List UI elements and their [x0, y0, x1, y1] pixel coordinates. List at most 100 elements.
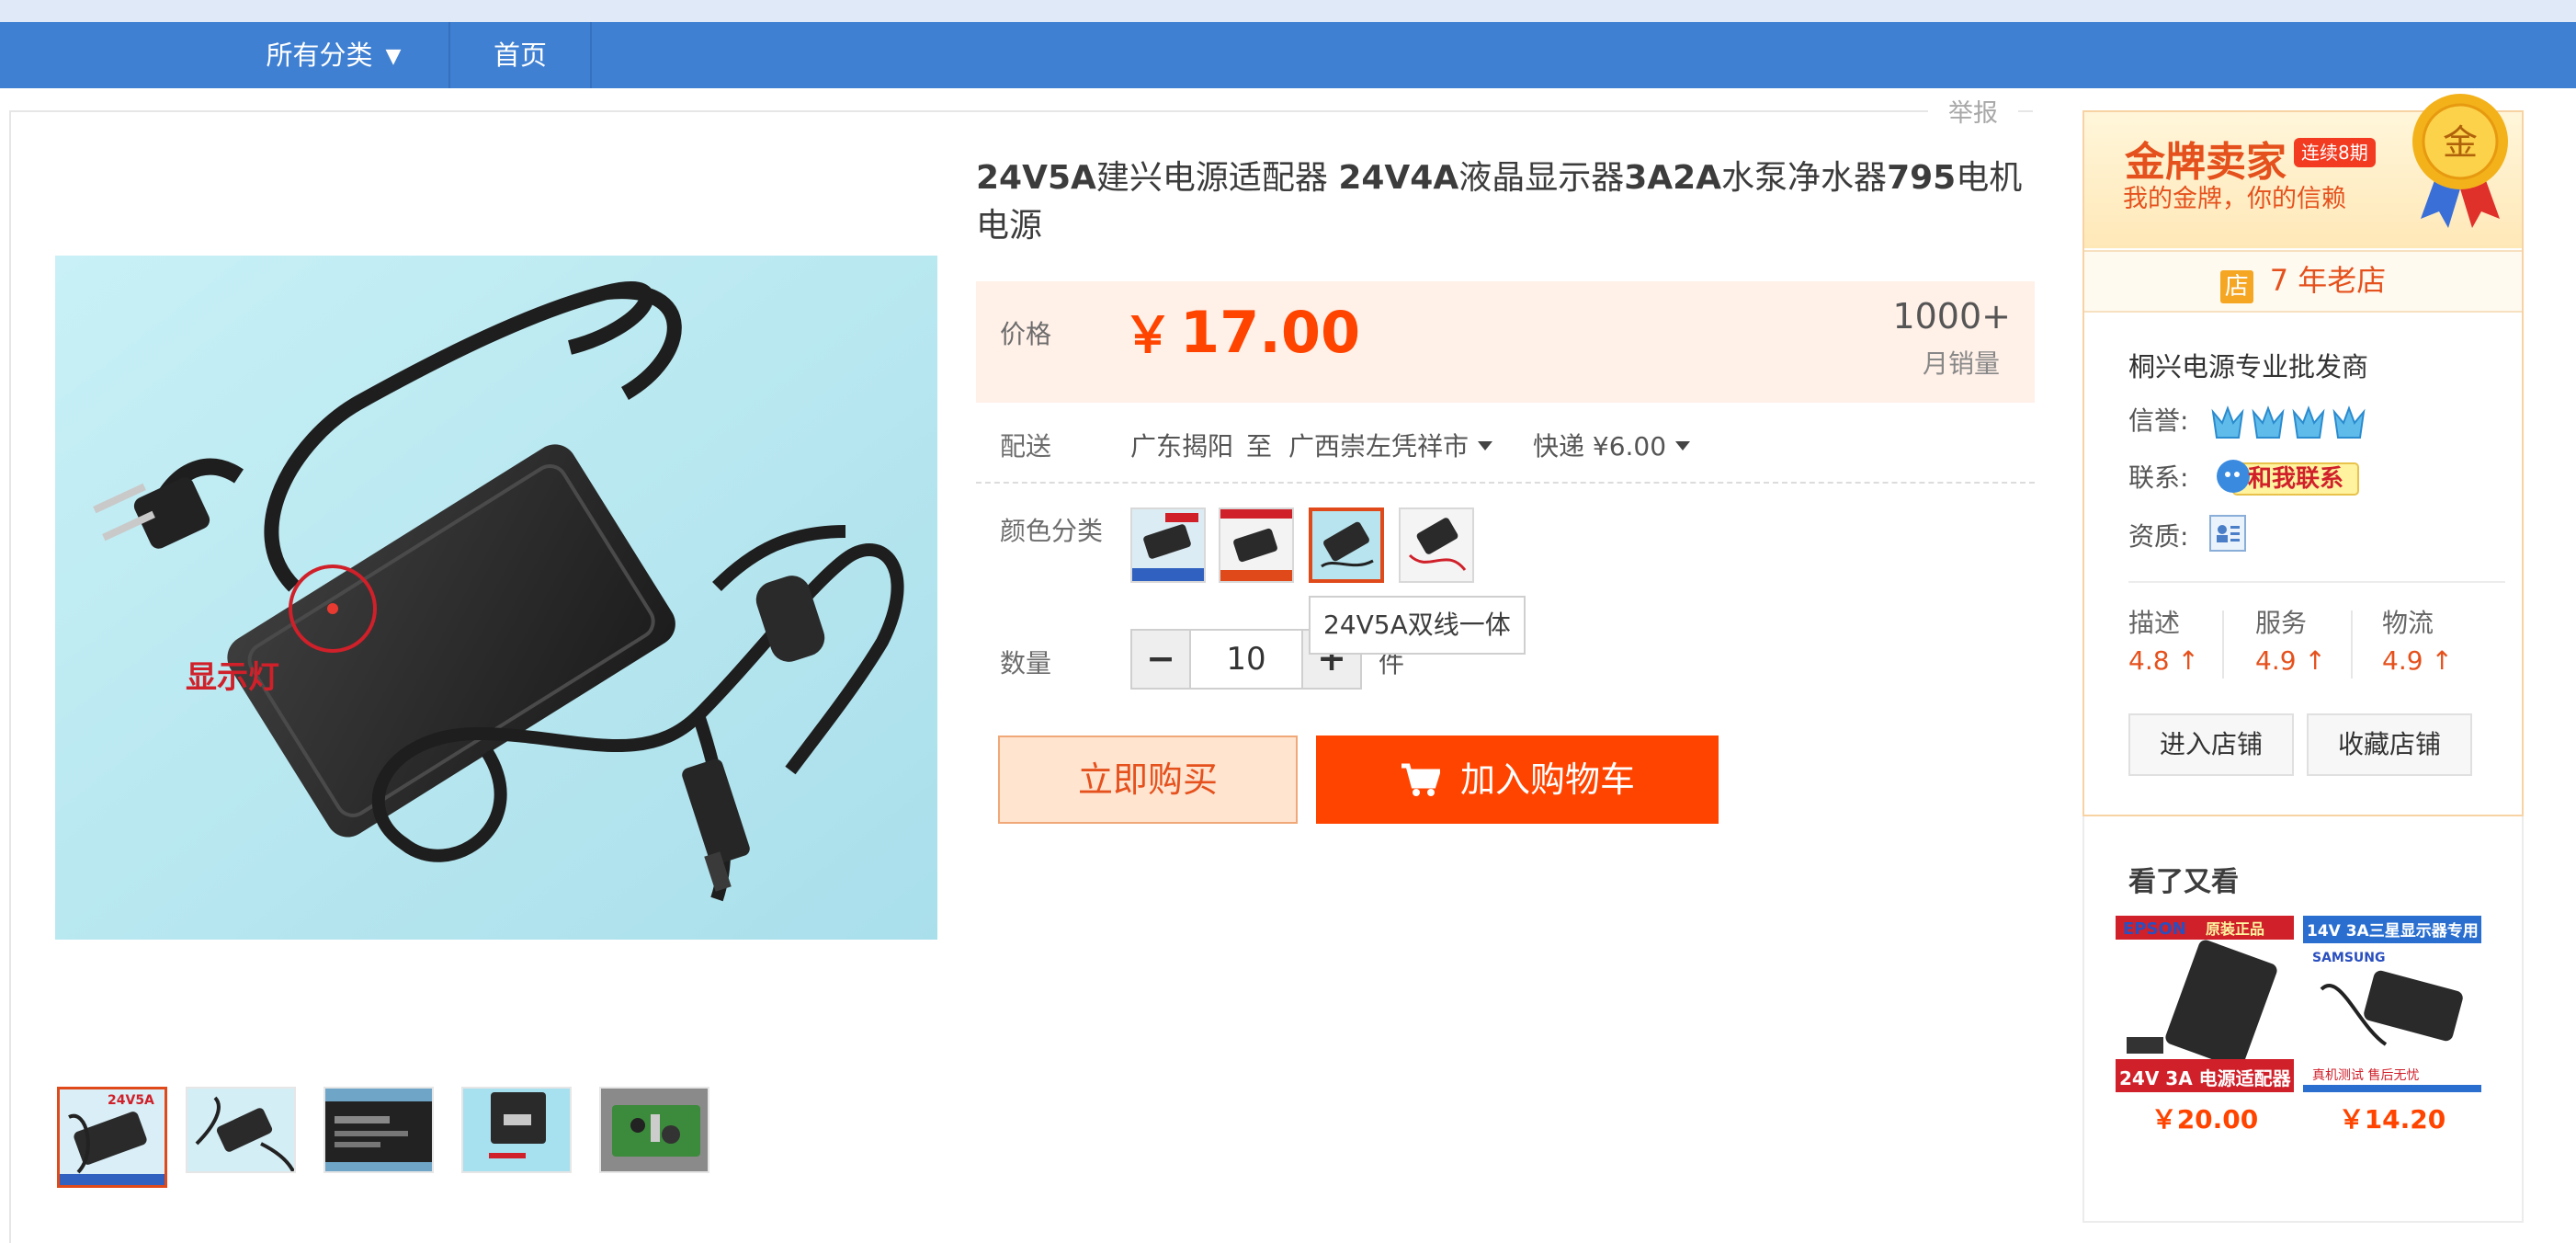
thumbnail-2-image [187, 1089, 294, 1171]
quantity-label: 数量 [1000, 648, 1052, 679]
divider [2128, 581, 2505, 583]
enter-shop-button[interactable]: 进入店铺 [2128, 713, 2294, 776]
report-link[interactable]: 举报 [1928, 96, 2018, 132]
favorite-shop-button[interactable]: 收藏店铺 [2307, 713, 2472, 776]
divider [2351, 610, 2353, 679]
qualification-label: 资质: [2128, 521, 2189, 552]
sku-option-3-image [1312, 511, 1380, 579]
thumbnail-4-image [463, 1089, 570, 1171]
shop-icon: 店 [2219, 270, 2253, 303]
quantity-input[interactable]: 10 [1191, 629, 1301, 690]
shop-age-text: 7 年老店 [2269, 263, 2387, 298]
navigation-bar: 所有分类 ▼ 首页 [0, 22, 2576, 88]
color-label: 颜色分类 [1000, 516, 1104, 546]
delivery-to-word: 至 [1246, 431, 1273, 462]
thumbnail-2[interactable] [186, 1087, 296, 1173]
score-logistics-value: 4.9 ↑ [2382, 645, 2453, 676]
title-part-bold: 24V4A [1338, 159, 1459, 197]
delivery-destination-select[interactable]: 广西崇左凭祥市 [1288, 427, 1493, 463]
monthly-sales-count: 1000+ [1892, 296, 2011, 336]
credit-crown-icons [2211, 405, 2366, 439]
nav-home[interactable]: 首页 [450, 22, 592, 88]
recommended-item-1-tag: 原装正品 [2206, 920, 2264, 938]
chevron-down-icon [1675, 441, 1691, 450]
thumbnail-1-image: 24V5A [60, 1089, 165, 1185]
arrow-up-icon: ↑ [2431, 645, 2453, 676]
title-part-bold: 3A2A [1624, 159, 1722, 197]
arrow-up-icon: ↑ [2304, 645, 2326, 676]
title-part: 水泵净水器 [1721, 159, 1888, 197]
sku-option-2[interactable] [1219, 507, 1294, 583]
gold-seller-badge: 连续8期 [2294, 138, 2376, 167]
score-description-value: 4.8 ↑ [2128, 645, 2199, 676]
thumbnail-1-label: 24V5A [108, 1093, 154, 1108]
contact-seller-button[interactable]: 和我联系 [2215, 458, 2362, 496]
thumbnail-3[interactable] [323, 1087, 434, 1173]
score-logistics-label: 物流 [2382, 608, 2434, 638]
cart-icon [1400, 741, 1442, 829]
main-product-image[interactable]: 显示灯 [55, 256, 937, 940]
also-viewed-title: 看了又看 [2128, 866, 2239, 898]
price-label: 价格 [1000, 319, 1052, 349]
recommended-item-1-brand: EPSON [2123, 919, 2186, 939]
qualification-icon[interactable] [2209, 515, 2246, 552]
gold-seller-header: 金牌卖家 连续8期 我的金牌，你的信赖 金 [2084, 94, 2522, 248]
gold-medal-icon: 金 [2410, 90, 2511, 232]
monthly-sales-label: 月销量 [1922, 348, 2000, 379]
recommended-item-2-tag: 14V 3A三星显示器专用 [2307, 921, 2479, 941]
quantity-decrease-button[interactable]: − [1130, 629, 1191, 690]
buy-now-button[interactable]: 立即购买 [998, 736, 1298, 824]
title-part: 液晶显示器 [1458, 159, 1625, 197]
shop-age: 店 7 年老店 [2084, 250, 2522, 313]
contact-seller-label: 和我联系 [2248, 465, 2344, 493]
delivery-label: 配送 [1000, 431, 1052, 462]
recommended-item-2[interactable]: 14V 3A三星显示器专用 SAMSUNG 真机测试 售后无忧 [2303, 916, 2481, 1092]
gold-seller-slogan: 我的金牌，你的信赖 [2123, 185, 2346, 213]
sku-option-1[interactable] [1130, 507, 1206, 583]
thumbnail-1[interactable]: 24V5A [57, 1087, 167, 1188]
shop-card: 金牌卖家 连续8期 我的金牌，你的信赖 金 店 7 年老店 桐兴电源专业批发商 信… [2082, 94, 2524, 816]
recommended-item-2-brand: SAMSUNG [2312, 951, 2386, 965]
product-title: 24V5A建兴电源适配器 24V4A液晶显示器3A2A水泵净水器795电机电源 [976, 154, 2033, 250]
recommended-item-1[interactable]: EPSON 原装正品 24V 3A 电源适配器 [2116, 916, 2294, 1092]
sku-option-3-selected[interactable] [1309, 507, 1384, 583]
recommended-item-1-caption: 24V 3A 电源适配器 [2119, 1067, 2292, 1089]
thumbnail-5-image [601, 1089, 708, 1171]
sku-option-1-image [1132, 509, 1204, 581]
thumbnail-3-image [325, 1089, 432, 1171]
recommended-item-1-price: ￥20.00 [2150, 1104, 2259, 1135]
nav-all-categories-label: 所有分类 [266, 40, 373, 71]
price-box: 价格 ￥ 17.00 1000+ 月销量 [976, 281, 2035, 403]
medal-char: 金 [2443, 122, 2478, 163]
title-part-bold: 24V5A [976, 159, 1096, 197]
delivery-destination: 广西崇左凭祥市 [1288, 431, 1470, 462]
chevron-down-icon [1478, 441, 1493, 450]
thumbnail-5[interactable] [599, 1087, 709, 1173]
recommended-item-2-caption: 真机测试 售后无忧 [2312, 1068, 2419, 1083]
sku-option-4[interactable] [1399, 507, 1474, 583]
currency-symbol: ￥ [1123, 306, 1173, 364]
nav-all-categories[interactable]: 所有分类 ▼ [219, 22, 450, 88]
shipping-select[interactable]: 快递 ¥6.00 [1533, 427, 1691, 463]
shipping-fee: 快递 ¥6.00 [1533, 431, 1667, 462]
thumbnail-4[interactable] [461, 1087, 572, 1173]
title-part-bold: 795 [1887, 159, 1957, 197]
add-to-cart-label: 加入购物车 [1459, 759, 1635, 800]
credit-label: 信誉: [2128, 405, 2189, 436]
score-value: 4.8 [2128, 645, 2170, 676]
delivery-row: 配送 广东揭阳 至 广西崇左凭祥市 快递 ¥6.00 [976, 410, 2035, 484]
image-annotation: 显示灯 [186, 659, 279, 696]
caret-down-icon: ▼ [385, 45, 402, 68]
score-description-label: 描述 [2128, 608, 2181, 638]
score-service-value: 4.9 ↑ [2255, 645, 2326, 676]
sku-tooltip: 24V5A双线一体 [1309, 596, 1526, 655]
title-part: 建兴电源适配器 [1095, 159, 1339, 197]
price-amount: 17.00 [1180, 299, 1361, 366]
add-to-cart-button[interactable]: 加入购物车 [1316, 736, 1719, 824]
sku-option-4-image [1401, 509, 1472, 581]
recommended-item-2-image: 14V 3A三星显示器专用 SAMSUNG 真机测试 售后无忧 [2303, 916, 2481, 1092]
adapter-photo: 显示灯 [55, 256, 937, 940]
divider [2222, 610, 2224, 679]
sku-option-2-image [1220, 509, 1292, 581]
shop-name[interactable]: 桐兴电源专业批发商 [2128, 346, 2368, 384]
